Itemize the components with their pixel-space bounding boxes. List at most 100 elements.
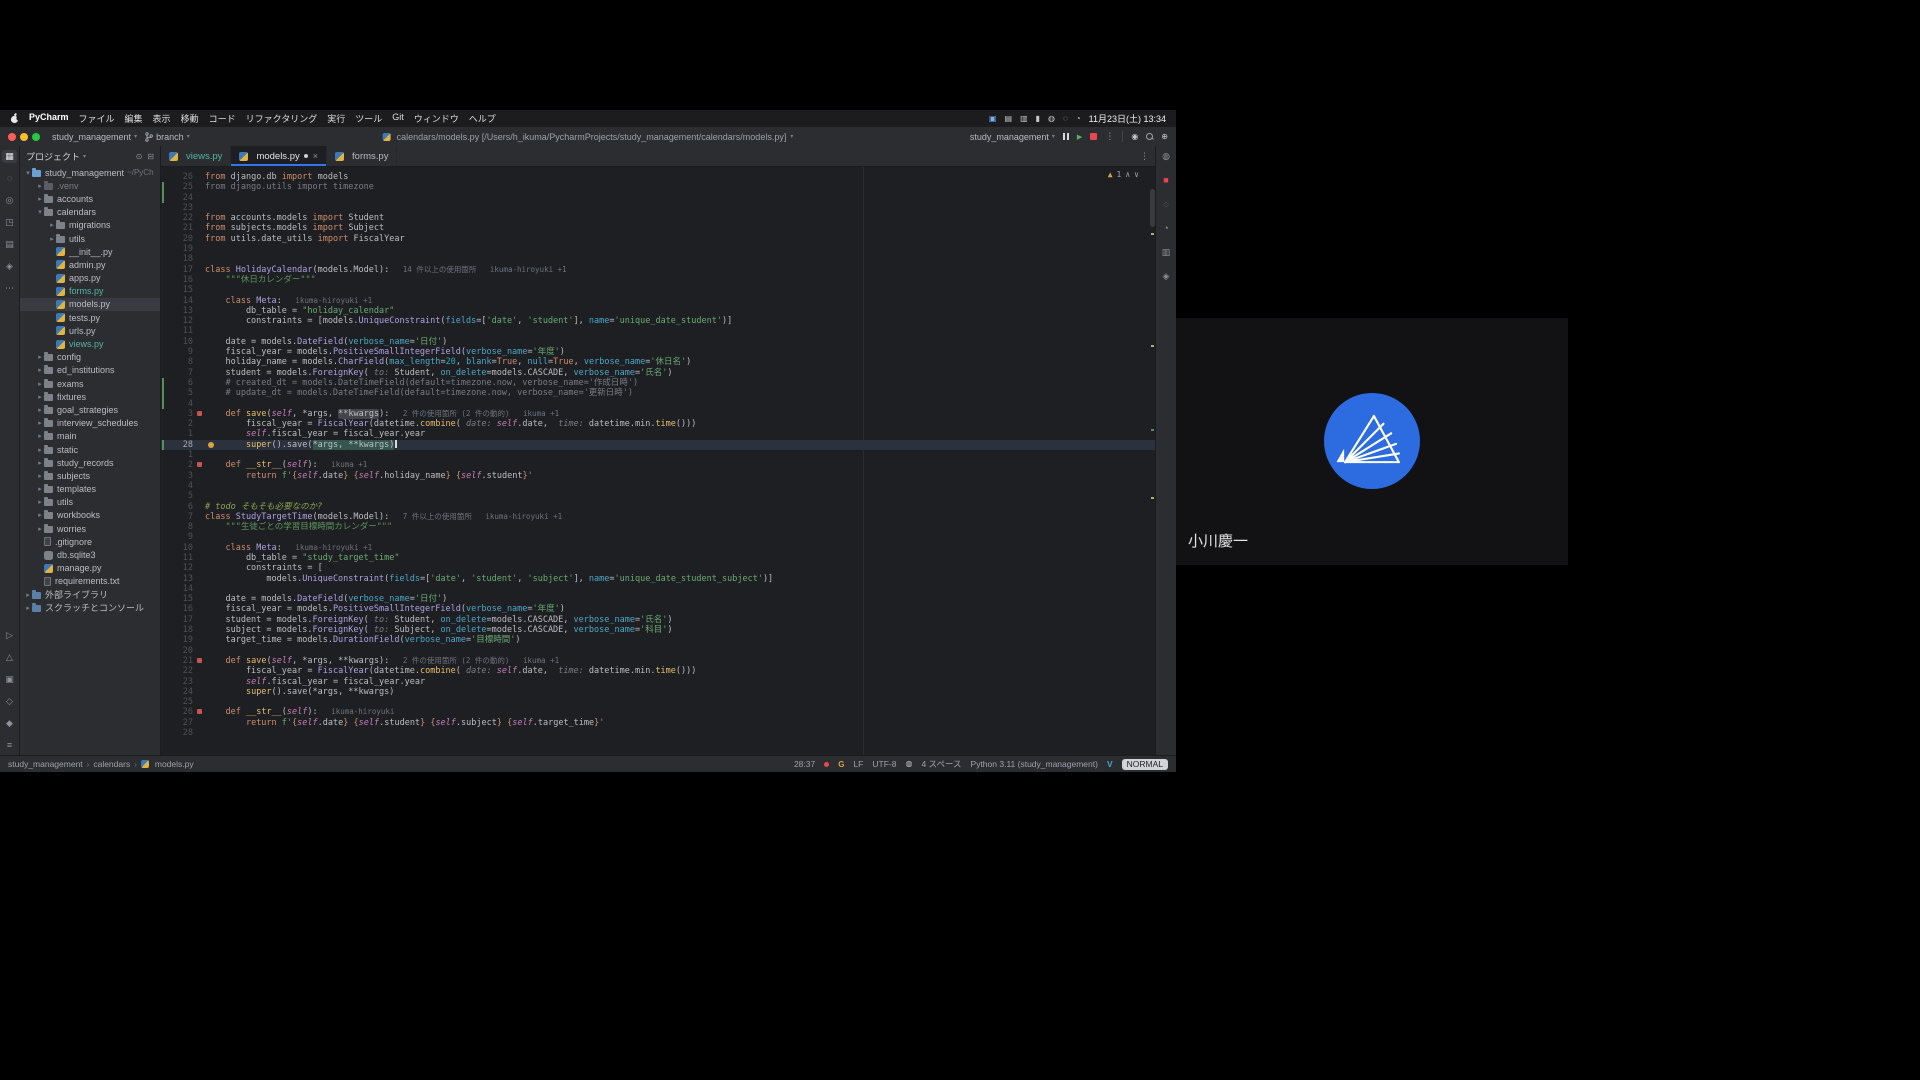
- line-number[interactable]: 14: [161, 584, 205, 594]
- project-panel-header[interactable]: プロジェクト ▾ ⊙ ⊟: [20, 146, 160, 166]
- breadcrumb-project[interactable]: study_management: [8, 759, 83, 769]
- line-number[interactable]: 28: [161, 728, 205, 738]
- tool-stripe-recent-icon[interactable]: ◔: [1159, 222, 1174, 235]
- inspections-widget[interactable]: ▲ 1 ∧ ∨: [1108, 170, 1139, 180]
- menu-Git[interactable]: Git: [392, 112, 404, 125]
- line-number[interactable]: 17: [161, 615, 205, 625]
- line-number[interactable]: 19: [161, 244, 205, 254]
- tool-stripe-run-icon[interactable]: ▷: [2, 629, 17, 642]
- vcs-branch-widget[interactable]: branch ▾: [145, 132, 190, 142]
- line-number[interactable]: 6: [161, 378, 205, 388]
- tree-item-forms.py[interactable]: forms.py: [20, 285, 160, 298]
- tool-stripe-git-icon[interactable]: ◳: [2, 216, 17, 229]
- line-number[interactable]: 17: [161, 265, 205, 275]
- search-everywhere-icon[interactable]: [1146, 133, 1153, 140]
- tree-item-apps.py[interactable]: apps.py: [20, 272, 160, 285]
- tool-stripe-notifications-icon[interactable]: ◍: [1159, 150, 1174, 163]
- tree-item-.venv[interactable]: ▸.venv: [20, 179, 160, 192]
- line-number[interactable]: 26: [161, 172, 205, 182]
- line-number[interactable]: 8: [161, 357, 205, 367]
- line-number[interactable]: 20: [161, 234, 205, 244]
- tree-item-workbooks[interactable]: ▸workbooks: [20, 509, 160, 522]
- tree-item-urls.py[interactable]: urls.py: [20, 324, 160, 337]
- tree-item-exams[interactable]: ▸exams: [20, 377, 160, 390]
- tree-item-requirements.txt[interactable]: requirements.txt: [20, 575, 160, 588]
- next-problem-icon[interactable]: ∨: [1134, 170, 1139, 180]
- tool-stripe-bookmarks-icon[interactable]: ◈: [2, 260, 17, 273]
- tree-item-fixtures[interactable]: ▸fixtures: [20, 390, 160, 403]
- line-number[interactable]: 11: [161, 326, 205, 336]
- resume-button[interactable]: ▶: [1077, 133, 1082, 141]
- tool-stripe-plugins-icon[interactable]: ◈: [1159, 270, 1174, 283]
- caret-position-widget[interactable]: 28:37: [794, 759, 815, 769]
- encoding-widget[interactable]: UTF-8: [872, 759, 896, 769]
- menu-実行[interactable]: 実行: [327, 112, 345, 125]
- close-window-button[interactable]: [8, 133, 16, 141]
- menu-clock[interactable]: 11月23日(土) 13:34: [1089, 112, 1166, 125]
- line-number[interactable]: 23: [161, 677, 205, 687]
- menu-移動[interactable]: 移動: [181, 112, 199, 125]
- line-number[interactable]: 10: [161, 543, 205, 553]
- more-actions-button[interactable]: ⋮: [1105, 131, 1114, 142]
- display-icon[interactable]: ▤: [1005, 115, 1013, 123]
- line-number[interactable]: 3: [161, 471, 205, 481]
- line-number[interactable]: 5: [161, 491, 205, 501]
- tool-stripe-python-console-icon[interactable]: ◇: [2, 695, 17, 708]
- line-separator-widget[interactable]: LF: [853, 759, 863, 769]
- menu-ウィンドウ[interactable]: ウィンドウ: [414, 112, 459, 125]
- line-number[interactable]: 23: [161, 203, 205, 213]
- tree-item-db.sqlite3[interactable]: db.sqlite3: [20, 548, 160, 561]
- line-number[interactable]: 12: [161, 563, 205, 573]
- more-tabs-icon[interactable]: ⋮: [1140, 151, 1149, 162]
- wifi-icon[interactable]: ◍: [1048, 115, 1055, 123]
- minimize-window-button[interactable]: [20, 133, 28, 141]
- tool-stripe-problems-icon[interactable]: △: [2, 651, 17, 664]
- line-number[interactable]: 22: [161, 213, 205, 223]
- line-number[interactable]: 9: [161, 532, 205, 542]
- tree-item-__init__.py[interactable]: __init__.py: [20, 245, 160, 258]
- menu-ヘルプ[interactable]: ヘルプ: [469, 112, 496, 125]
- tab-views.py[interactable]: views.py: [161, 146, 231, 166]
- line-number[interactable]: 14: [161, 296, 205, 306]
- tree-item-subjects[interactable]: ▸subjects: [20, 469, 160, 482]
- project-widget[interactable]: study_management ▾: [52, 132, 137, 142]
- file-path-widget[interactable]: calendars/models.py [/Users/h_ikuma/Pych…: [383, 132, 794, 142]
- tree-item-study_management[interactable]: ▾study_management~/PyCh: [20, 166, 160, 179]
- menu-表示[interactable]: 表示: [153, 112, 171, 125]
- tree-item-utils[interactable]: ▸utils: [20, 496, 160, 509]
- code-editor[interactable]: 26from django.db import models25from dja…: [161, 167, 1155, 755]
- line-number[interactable]: 24: [161, 193, 205, 203]
- line-number[interactable]: 5: [161, 388, 205, 398]
- tool-stripe-project-icon[interactable]: ▦: [2, 150, 17, 163]
- tree-item-.gitignore[interactable]: .gitignore: [20, 535, 160, 548]
- line-number[interactable]: 26: [161, 707, 205, 717]
- line-number[interactable]: 27: [161, 718, 205, 728]
- line-number[interactable]: 13: [161, 574, 205, 584]
- line-number[interactable]: 18: [161, 625, 205, 635]
- line-number[interactable]: 10: [161, 337, 205, 347]
- python-interpreter-widget[interactable]: Python 3.11 (study_management): [971, 759, 1098, 769]
- gutter-method-icon[interactable]: [197, 411, 202, 416]
- tab-forms.py[interactable]: forms.py: [327, 146, 397, 166]
- line-number[interactable]: 22: [161, 666, 205, 676]
- battery-icon[interactable]: ▮: [1036, 115, 1040, 123]
- line-number[interactable]: 7: [161, 368, 205, 378]
- menu-ツール[interactable]: ツール: [355, 112, 382, 125]
- line-number[interactable]: 7: [161, 512, 205, 522]
- line-number[interactable]: 25: [161, 697, 205, 707]
- tool-stripe-services-icon[interactable]: ◆: [2, 717, 17, 730]
- tool-stripe-stop-icon[interactable]: ■: [1159, 174, 1174, 187]
- tree-item-外部ライブラリ[interactable]: ▸外部ライブラリ: [20, 588, 160, 601]
- tree-item-manage.py[interactable]: manage.py: [20, 562, 160, 575]
- tree-item-ed_institutions[interactable]: ▸ed_institutions: [20, 364, 160, 377]
- menu-リファクタリング[interactable]: リファクタリング: [246, 112, 318, 125]
- close-icon[interactable]: ×: [313, 151, 318, 161]
- screen-share-icon[interactable]: ▣: [989, 115, 997, 123]
- tree-item-スクラッチとコンソール[interactable]: ▸スクラッチとコンソール: [20, 601, 160, 614]
- pause-button[interactable]: [1063, 133, 1069, 140]
- line-number[interactable]: 8: [161, 522, 205, 532]
- tree-item-tests.py[interactable]: tests.py: [20, 311, 160, 324]
- vim-mode-badge[interactable]: NORMAL: [1122, 759, 1168, 770]
- line-number[interactable]: 4: [161, 481, 205, 491]
- menu-PyCharm[interactable]: PyCharm: [29, 112, 69, 125]
